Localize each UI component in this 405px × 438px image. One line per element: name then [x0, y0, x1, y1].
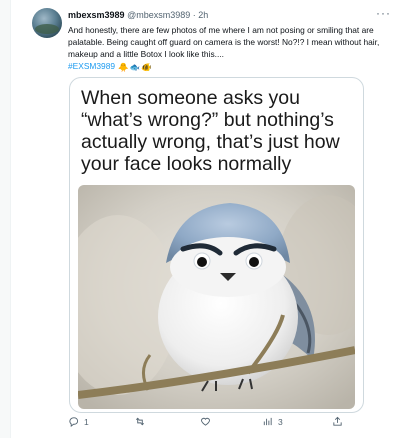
hashtag-link[interactable]: #EXSM3989 [68, 61, 115, 71]
reply-button[interactable]: 1 [68, 416, 89, 427]
fish-emoji: 🐟 [129, 61, 141, 72]
avatar[interactable] [32, 8, 62, 38]
tweet[interactable]: mbexsm3989 @mbexsm3989 · 2h ··· And hone… [0, 0, 405, 438]
bird-illustration [78, 185, 355, 409]
chick-emoji: 🐥 [118, 61, 129, 72]
separator: · [192, 10, 196, 20]
views-count: 3 [278, 416, 283, 427]
like-icon [201, 417, 210, 426]
reply-icon [69, 417, 79, 427]
tweet-header: mbexsm3989 @mbexsm3989 · 2h [68, 10, 208, 20]
share-button[interactable] [332, 416, 343, 427]
like-button[interactable] [200, 416, 216, 427]
views-icon [263, 417, 272, 426]
timestamp[interactable]: 2h [198, 10, 208, 20]
tweet-body: And honestly, there are few photos of me… [68, 25, 380, 59]
reply-count: 1 [84, 416, 89, 427]
tweet-text: And honestly, there are few photos of me… [68, 24, 398, 73]
author-handle[interactable]: @mbexsm3989 [127, 10, 190, 20]
tweet-media[interactable]: When someone asks you “what’s wrong?” bu… [69, 77, 364, 413]
meme-caption: When someone asks you “what’s wrong?” bu… [81, 87, 340, 175]
retweet-icon [136, 417, 144, 426]
bird-photo[interactable] [78, 185, 355, 409]
views-button[interactable]: 3 [262, 416, 283, 427]
tropical-fish-emoji: 🐠 [141, 61, 152, 72]
retweet-button[interactable] [134, 416, 151, 427]
more-options-button[interactable]: ··· [376, 6, 391, 20]
author-name[interactable]: mbexsm3989 [68, 10, 125, 20]
share-icon [333, 416, 342, 426]
tweet-actions: 1 3 [68, 416, 368, 430]
